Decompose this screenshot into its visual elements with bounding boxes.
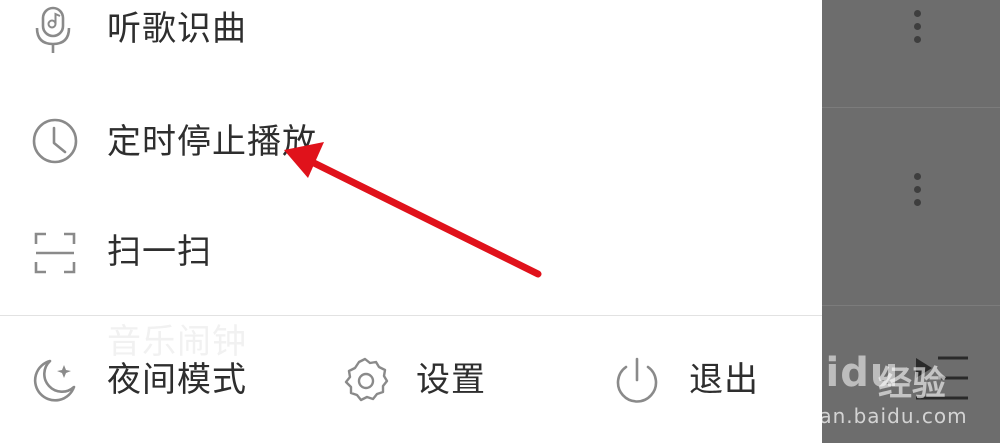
moon-icon <box>33 359 76 402</box>
bottom-divider <box>0 315 822 316</box>
scan-icon <box>34 232 76 274</box>
red-arrow-annotation <box>284 142 542 278</box>
microphone-icon <box>35 6 71 53</box>
exit-label: 退出 <box>689 360 759 400</box>
settings-label: 设置 <box>416 360 486 400</box>
screen: 听歌识曲 定时停止播放 扫一扫 音乐闹钟 夜间模式 设置 退出 Baidu 经验… <box>0 0 1000 443</box>
menu-item-label: 听歌识曲 <box>107 9 247 49</box>
settings-button[interactable]: 设置 <box>340 350 510 410</box>
row-divider <box>822 305 1000 306</box>
gear-icon <box>344 357 389 402</box>
more-options-icon[interactable] <box>914 173 922 213</box>
row-divider <box>822 107 1000 108</box>
playlist-icon[interactable] <box>910 352 970 400</box>
night-mode-button[interactable]: 夜间模式 <box>30 350 280 410</box>
exit-button[interactable]: 退出 <box>612 350 792 410</box>
power-icon <box>616 357 658 403</box>
more-options-icon[interactable] <box>914 10 922 50</box>
menu-item-label: 扫一扫 <box>107 232 212 272</box>
clock-icon <box>32 118 78 164</box>
menu-item-song-recognition[interactable]: 听歌识曲 <box>0 0 822 100</box>
night-mode-label: 夜间模式 <box>107 360 247 400</box>
